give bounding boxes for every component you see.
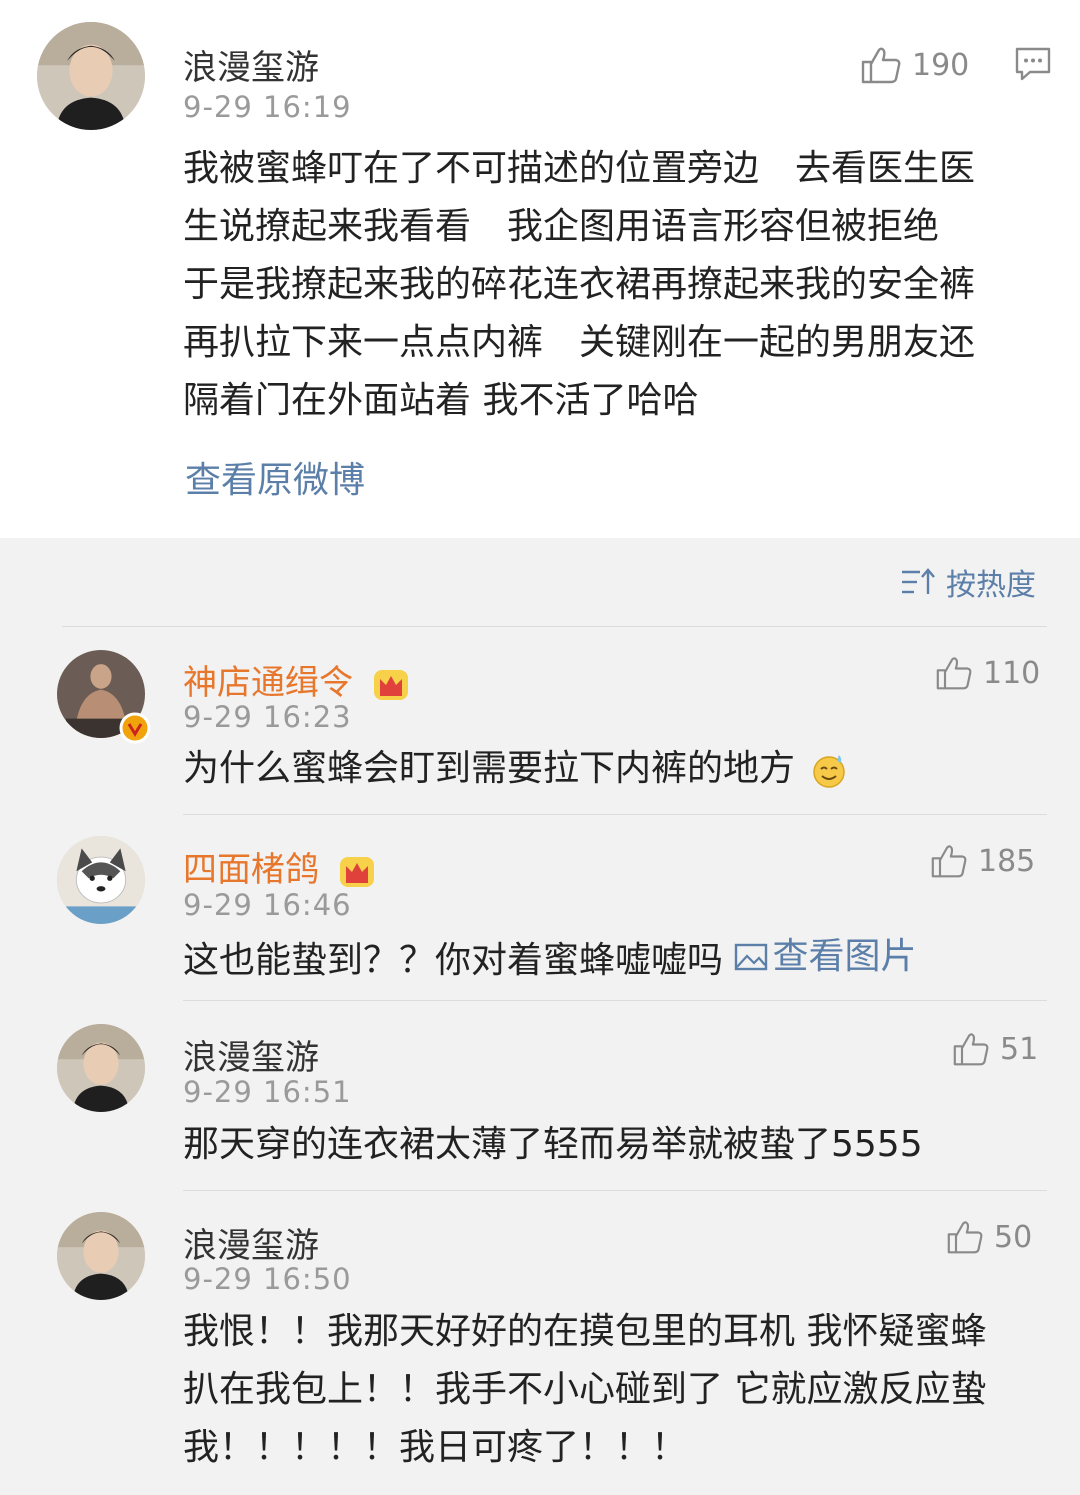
like-button[interactable]: 50 <box>946 1219 1032 1255</box>
comment-text: 为什么蜜蜂会盯到需要拉下内裤的地方 <box>183 740 848 798</box>
comment-text: 我恨！！我那天好好的在摸包里的耳机 我怀疑蜜蜂 扒在我包上！！我手不小心碰到了 … <box>183 1303 986 1477</box>
emoji-sweat-icon <box>813 755 846 788</box>
author-name[interactable]: 浪漫玺游 <box>183 40 319 89</box>
comment-line: 扒在我包上！！我手不小心碰到了 它就应激反应蛰 <box>183 1369 987 1410</box>
divider <box>183 814 1047 815</box>
sort-label: 按热度 <box>946 568 1036 603</box>
comment-time: 9-29 16:46 <box>183 888 352 922</box>
like-count: 190 <box>912 47 970 83</box>
post-line: 隔着门在外面站着 我不活了哈哈 <box>183 380 699 421</box>
main-post: 浪漫玺游 9-29 16:19 190 我被蜜蜂叮在了不可描述的位置旁边 去看医… <box>0 0 1080 538</box>
divider <box>183 1000 1047 1001</box>
like-count: 185 <box>978 843 1036 879</box>
comment-time: 9-29 16:50 <box>183 1262 352 1296</box>
view-image-link[interactable]: 查看图片 <box>734 928 916 986</box>
thumb-up-icon <box>931 845 967 878</box>
commenter-name[interactable]: 四面楮鸽 <box>183 842 376 891</box>
thumb-up-icon <box>936 657 972 690</box>
author-avatar[interactable] <box>37 22 145 130</box>
comment-icon <box>1015 47 1051 81</box>
post-line: 于是我撩起来我的碎花连衣裙再撩起来我的安全裤 <box>183 264 976 305</box>
divider <box>62 626 1047 627</box>
commenter-name[interactable]: 神店通缉令 <box>183 655 410 704</box>
image-icon <box>735 943 768 971</box>
sort-toggle[interactable]: 按热度 <box>900 560 1036 604</box>
view-original-link[interactable]: 查看原微博 <box>185 452 365 510</box>
like-count: 51 <box>1000 1031 1039 1067</box>
like-button[interactable]: 185 <box>930 843 1035 879</box>
commenter-name-text: 四面楮鸽 <box>183 850 319 890</box>
post-line: 生说撩起来我看看 我企图用语言形容但被拒绝 <box>183 206 940 247</box>
comment-button[interactable] <box>1014 46 1052 86</box>
comment-line: 我恨！！我那天好好的在摸包里的耳机 我怀疑蜜蜂 <box>183 1311 987 1352</box>
comment-text: 这也能蛰到？？你对着蜜蜂嘘嘘吗 查看图片 <box>183 928 916 990</box>
commenter-name-text: 神店通缉令 <box>183 663 353 703</box>
thumb-up-icon <box>861 47 901 84</box>
comment-time: 9-29 16:23 <box>183 700 352 734</box>
comment-text-body: 这也能蛰到？？你对着蜜蜂嘘嘘吗 <box>183 940 724 981</box>
post-line: 我被蜜蜂叮在了不可描述的位置旁边 去看医生医 <box>183 148 976 189</box>
like-button[interactable]: 190 <box>860 45 969 85</box>
sort-icon <box>902 568 935 594</box>
like-count: 110 <box>983 655 1041 691</box>
verified-icon <box>119 712 151 748</box>
thumb-up-icon <box>953 1033 989 1066</box>
comment-line: 我！！！！！我日可疼了！！！ <box>183 1427 688 1468</box>
post-content: 我被蜜蜂叮在了不可描述的位置旁边 去看医生医 生说撩起来我看看 我企图用语言形容… <box>183 140 975 430</box>
post-time: 9-29 16:19 <box>183 90 352 124</box>
crown-icon <box>373 669 408 700</box>
comment-time: 9-29 16:51 <box>183 1075 352 1109</box>
commenter-name[interactable]: 浪漫玺游 <box>183 1218 319 1267</box>
like-button[interactable]: 110 <box>935 655 1040 691</box>
crown-icon <box>339 856 374 887</box>
commenter-name[interactable]: 浪漫玺游 <box>183 1030 319 1079</box>
commenter-avatar[interactable] <box>57 1212 145 1300</box>
view-image-label: 查看图片 <box>772 936 917 977</box>
thumb-up-icon <box>947 1221 983 1254</box>
divider <box>183 1190 1047 1191</box>
commenter-avatar[interactable] <box>57 836 145 924</box>
like-button[interactable]: 51 <box>952 1031 1038 1067</box>
avatar-image <box>57 836 145 924</box>
avatar-image <box>57 1212 145 1300</box>
comment-text-body: 为什么蜜蜂会盯到需要拉下内裤的地方 <box>183 748 796 789</box>
post-line: 再扒拉下来一点点内裤 关键刚在一起的男朋友还 <box>183 322 976 363</box>
like-count: 50 <box>994 1219 1033 1255</box>
comment-text: 那天穿的连衣裙太薄了轻而易举就被蛰了5555 <box>183 1124 923 1165</box>
avatar-image <box>37 22 145 130</box>
commenter-avatar[interactable] <box>57 1024 145 1112</box>
avatar-image <box>57 1024 145 1112</box>
